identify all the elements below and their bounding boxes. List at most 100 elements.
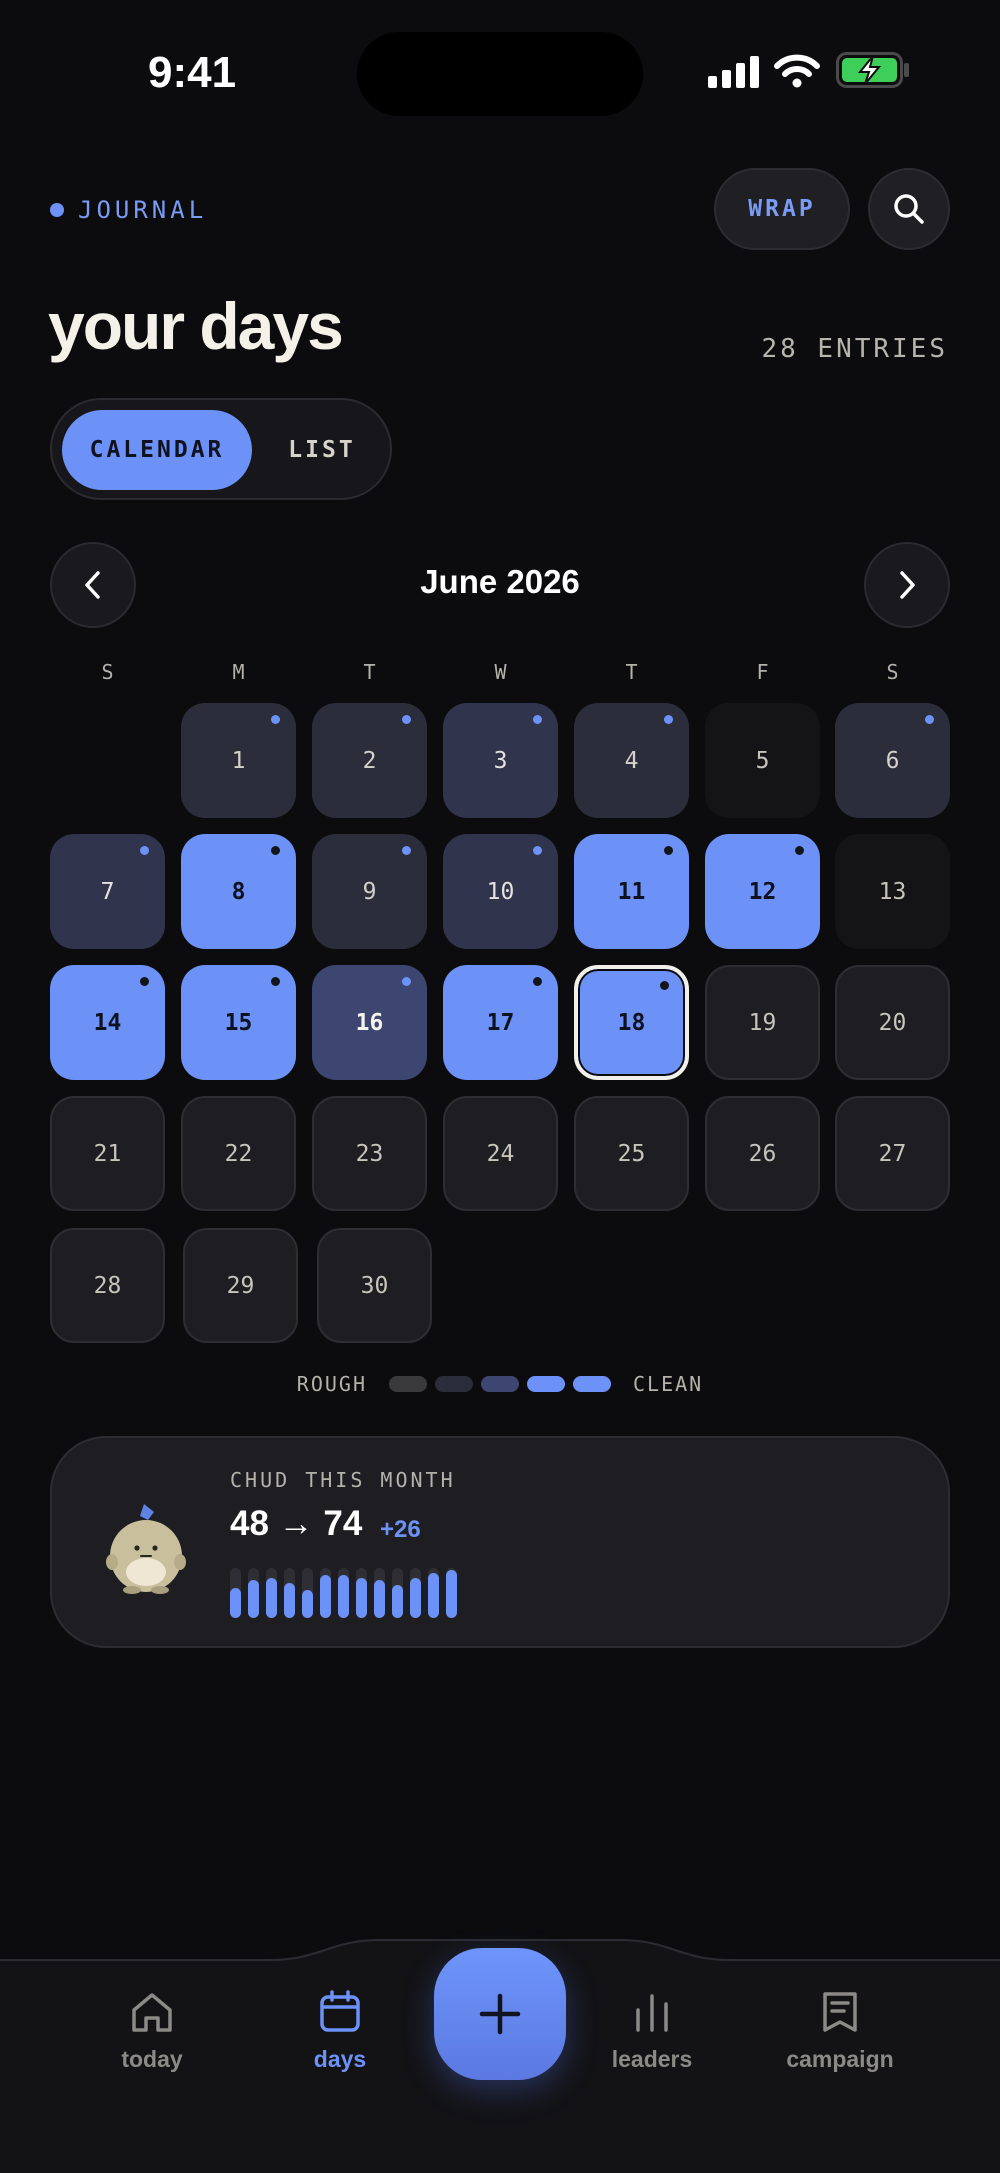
calendar-day-8[interactable]: 8 — [181, 834, 296, 949]
status-time: 9:41 — [148, 48, 237, 97]
day-number: 11 — [617, 878, 646, 905]
chud-bar-track — [392, 1568, 403, 1618]
day-number: 25 — [617, 1140, 646, 1167]
day-number: 15 — [224, 1009, 253, 1036]
calendar-day-1[interactable]: 1 — [181, 703, 296, 818]
day-number: 1 — [231, 747, 246, 774]
calendar-day-27[interactable]: 27 — [835, 1096, 950, 1211]
calendar-day-13[interactable]: 13 — [835, 834, 950, 949]
entry-indicator-dot — [925, 715, 934, 724]
tab-calendar[interactable]: CALENDAR — [62, 410, 252, 490]
entry-indicator-dot — [402, 977, 411, 986]
status-bar: 9:41 — [0, 0, 1000, 150]
weekday-label: S — [101, 660, 114, 684]
calendar-day-7[interactable]: 7 — [50, 834, 165, 949]
calendar-day-30[interactable]: 30 — [317, 1228, 432, 1343]
calendar-day-20[interactable]: 20 — [835, 965, 950, 1080]
section-label: JOURNAL — [50, 196, 207, 224]
tab-label: leaders — [611, 2046, 693, 2072]
calendar-day-26[interactable]: 26 — [705, 1096, 820, 1211]
chud-bar — [266, 1578, 277, 1618]
tab-campaign[interactable]: campaign — [770, 1988, 910, 2073]
calendar-icon — [320, 1990, 360, 2032]
calendar-day-3[interactable]: 3 — [443, 703, 558, 818]
chud-bar — [374, 1580, 385, 1618]
calendar-day-12[interactable]: 12 — [705, 834, 820, 949]
chud-bar-track — [356, 1568, 367, 1618]
plus-icon — [479, 1993, 521, 2035]
wrap-button[interactable]: WRAP — [714, 168, 850, 250]
chud-bar — [320, 1575, 331, 1618]
month-label: June 2026 — [420, 563, 580, 600]
tab-list[interactable]: LIST — [262, 410, 382, 490]
tab-label: days — [313, 2046, 367, 2072]
calendar-day-17[interactable]: 17 — [443, 965, 558, 1080]
accent-dot — [50, 203, 64, 217]
dynamic-island — [357, 32, 643, 116]
calendar-day-28[interactable]: 28 — [50, 1228, 165, 1343]
legend-swatch — [573, 1376, 611, 1392]
chud-delta: +26 — [380, 1516, 421, 1543]
tab-label: campaign — [786, 2046, 894, 2072]
chud-bar — [248, 1580, 259, 1618]
calendar-day-4[interactable]: 4 — [574, 703, 689, 818]
day-number: 20 — [878, 1009, 907, 1036]
calendar-day-29[interactable]: 29 — [183, 1228, 298, 1343]
weekday-label: M — [232, 660, 245, 684]
entry-indicator-dot — [402, 846, 411, 855]
calendar-day-11[interactable]: 11 — [574, 834, 689, 949]
journal-label: JOURNAL — [78, 196, 208, 224]
entry-indicator-dot — [664, 846, 673, 855]
calendar-day-22[interactable]: 22 — [181, 1096, 296, 1211]
next-month-button[interactable] — [864, 542, 950, 628]
calendar-day-6[interactable]: 6 — [835, 703, 950, 818]
entry-indicator-dot — [795, 846, 804, 855]
day-number: 9 — [362, 878, 377, 905]
search-button[interactable] — [868, 168, 950, 250]
calendar-day-25[interactable]: 25 — [574, 1096, 689, 1211]
chud-bar — [356, 1578, 367, 1618]
calendar-day-21[interactable]: 21 — [50, 1096, 165, 1211]
calendar-day-19[interactable]: 19 — [705, 965, 820, 1080]
calendar-day-16[interactable]: 16 — [312, 965, 427, 1080]
chud-bar-track — [284, 1568, 295, 1618]
day-number: 21 — [93, 1140, 122, 1167]
day-number: 13 — [878, 878, 907, 905]
calendar-day-5[interactable]: 5 — [705, 703, 820, 818]
entry-indicator-dot — [140, 977, 149, 986]
day-number: 28 — [93, 1272, 122, 1299]
tab-today[interactable]: today — [82, 1988, 222, 2073]
day-number: 23 — [355, 1140, 384, 1167]
calendar-day-14[interactable]: 14 — [50, 965, 165, 1080]
day-number: 2 — [362, 747, 377, 774]
legend-low-label: ROUGH — [296, 1372, 367, 1396]
day-number: 8 — [231, 878, 246, 905]
day-number: 19 — [748, 1009, 777, 1036]
calendar-day-2[interactable]: 2 — [312, 703, 427, 818]
day-number: 3 — [493, 747, 508, 774]
add-entry-button[interactable] — [434, 1948, 566, 2080]
calendar-day-10[interactable]: 10 — [443, 834, 558, 949]
bar-chart-icon — [636, 1994, 668, 2032]
calendar-day-15[interactable]: 15 — [181, 965, 296, 1080]
tab-days[interactable]: days — [270, 1988, 410, 2073]
calendar-day-18[interactable]: 18 — [574, 965, 689, 1080]
calendar-day-23[interactable]: 23 — [312, 1096, 427, 1211]
entry-indicator-dot — [533, 715, 542, 724]
chud-summary-card[interactable]: CHUD THIS MONTH 48 → 74 +26 — [50, 1436, 950, 1648]
weekday-label: T — [363, 660, 376, 684]
receipt-icon — [823, 1992, 857, 2032]
entries-count: 28 ENTRIES — [761, 334, 948, 364]
chud-bar — [302, 1590, 313, 1618]
calendar-day-9[interactable]: 9 — [312, 834, 427, 949]
day-number: 16 — [355, 1009, 384, 1036]
calendar-day-24[interactable]: 24 — [443, 1096, 558, 1211]
tab-leaders[interactable]: leaders — [582, 1988, 722, 2073]
legend-high-label: CLEAN — [633, 1372, 704, 1396]
legend-swatch — [527, 1376, 565, 1392]
day-number: 30 — [360, 1272, 389, 1299]
entry-indicator-dot — [271, 715, 280, 724]
chud-bar — [392, 1585, 403, 1618]
entry-indicator-dot — [664, 715, 673, 724]
view-toggle: CALENDAR LIST — [50, 398, 392, 500]
